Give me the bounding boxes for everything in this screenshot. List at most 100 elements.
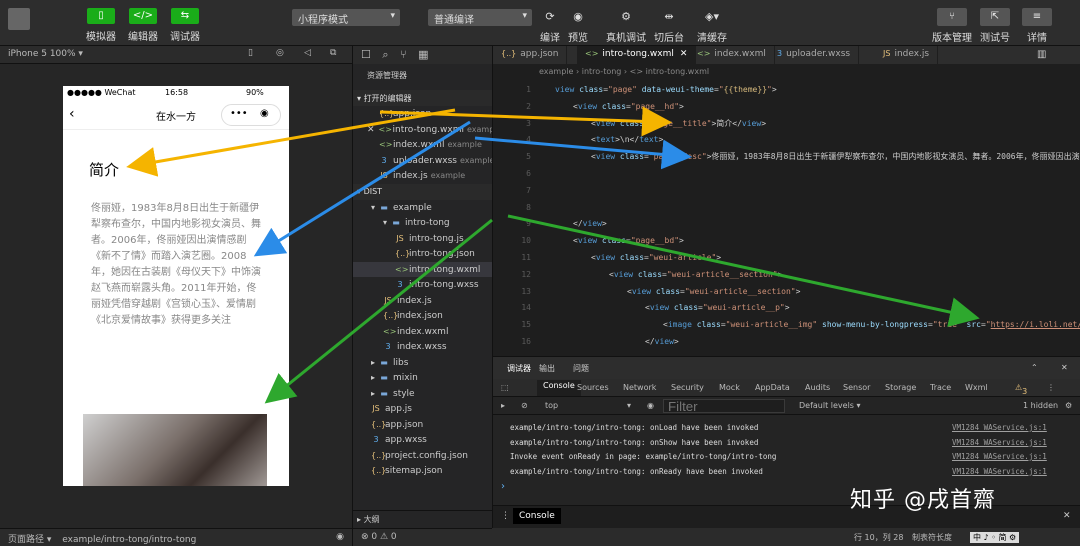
panel-tab-security[interactable]: Security	[671, 383, 704, 392]
drawer-close-icon[interactable]: ✕	[1063, 511, 1071, 521]
preview-button[interactable]: ◉ 预览	[568, 10, 588, 44]
test-account-button[interactable]: ⇱ 测试号	[980, 8, 1010, 44]
panel-tab-console[interactable]: Console	[537, 380, 581, 396]
device-select[interactable]: iPhone 5 100% ▾	[8, 49, 83, 59]
file-item[interactable]: {..}project.config.json	[353, 448, 492, 464]
record-icon[interactable]: ◎	[276, 48, 284, 58]
panel-tab-appdata[interactable]: AppData	[755, 383, 790, 392]
compile-button[interactable]: ⟳ 编译	[540, 10, 560, 44]
cursor-position[interactable]: 行 10，列 28	[854, 532, 903, 543]
sim-phone-icon[interactable]: ▯	[248, 48, 253, 58]
panel-tab-sensor[interactable]: Sensor	[843, 383, 870, 392]
live-eye-icon[interactable]: ◉	[647, 401, 654, 410]
open-editor-item[interactable]: ✕<>intro-tong.wxmlexample...	[353, 122, 492, 138]
panel-tab-sources[interactable]: Sources	[577, 383, 609, 392]
folder-item[interactable]: ▸ ▬ style	[353, 386, 492, 402]
editor-button[interactable]: </> 编辑器	[128, 8, 158, 43]
editor-tab[interactable]: {..} app.json	[493, 46, 568, 64]
open-editor-item[interactable]: {..}app.json	[353, 106, 492, 122]
outline-header[interactable]: ▸ 大纲	[353, 510, 493, 528]
file-item[interactable]: JS index.js	[353, 293, 492, 309]
log-source-link[interactable]: VM1284 WAService.js:1	[952, 465, 1047, 480]
folder-item[interactable]: ▸ ▬ mixin	[353, 370, 492, 386]
panel-tab-storage[interactable]: Storage	[885, 383, 916, 392]
clear-cache-button[interactable]: ◈▾ 清缓存	[697, 10, 727, 44]
search-icon[interactable]: ⌕	[382, 48, 388, 61]
version-button[interactable]: ⑂ 版本管理	[932, 8, 972, 44]
code-lines[interactable]: 1 view class="page" data-weui-theme="{{th…	[493, 82, 1080, 351]
open-editor-item[interactable]: 3 uploader.wxssexample...	[353, 153, 492, 169]
open-editor-item[interactable]: JS index.js example	[353, 168, 492, 184]
open-editor-item[interactable]: <>index.wxml example	[353, 137, 492, 153]
drawer-menu-icon[interactable]: ⋮	[501, 511, 510, 521]
clear-console-icon[interactable]: ⊘	[521, 401, 528, 410]
devtools-top-tab[interactable]: 调试器	[507, 363, 531, 374]
back-icon[interactable]: ◁	[304, 48, 311, 58]
drawer-console-tab[interactable]: Console	[513, 508, 561, 524]
file-item[interactable]: {..}index.json	[353, 308, 492, 324]
capsule-button[interactable]: ••• ◉	[221, 104, 281, 126]
git-icon[interactable]: ⑂	[400, 48, 407, 61]
devtools-top-tab[interactable]: 输出	[539, 363, 555, 374]
file-item[interactable]: JS intro-tong.js	[353, 231, 492, 247]
editor-tab[interactable]: <> intro-tong.wxml ✕	[577, 46, 697, 64]
inspect-icon[interactable]: ⬚	[501, 383, 509, 392]
editor-tab[interactable]: JS index.js	[875, 46, 939, 64]
page-path-select[interactable]: 页面路径 ▾	[8, 535, 51, 545]
file-item[interactable]: <>intro-tong.wxml	[353, 261, 492, 277]
tab-close-icon[interactable]: ✕	[680, 49, 688, 59]
mode-select[interactable]: 小程序模式	[292, 9, 400, 26]
panel-tab-trace[interactable]: Trace	[930, 383, 951, 392]
file-item[interactable]: 3 index.wxss	[353, 339, 492, 355]
split-editor-icon[interactable]: ▥	[1037, 49, 1046, 60]
devtools-top-tab[interactable]: 问题	[573, 363, 589, 374]
nav-back-icon[interactable]: ‹	[69, 106, 75, 122]
simulator-button[interactable]: ▯ 模拟器	[86, 8, 116, 43]
folder-item[interactable]: ▾ ▬ example	[353, 200, 492, 216]
tab-size[interactable]: 制表符长度	[912, 532, 952, 543]
context-select[interactable]: top	[545, 401, 558, 410]
panel-tab-mock[interactable]: Mock	[719, 383, 740, 392]
close-icon[interactable]: ✕	[367, 125, 375, 135]
warning-count[interactable]: ⚠ 3	[1015, 383, 1027, 396]
console-prompt[interactable]: ›	[501, 481, 505, 492]
compile-select[interactable]: 普通编译	[428, 9, 532, 26]
devtools-minimize-icon[interactable]: ⌃	[1031, 363, 1038, 372]
devtools-more-icon[interactable]: ⋮	[1047, 383, 1055, 392]
panel-tab-network[interactable]: Network	[623, 383, 656, 392]
devtools-close-icon[interactable]: ✕	[1061, 363, 1068, 372]
context-dropdown-icon[interactable]: ▾	[627, 401, 631, 410]
console-settings-icon[interactable]: ⚙	[1065, 401, 1072, 410]
file-item[interactable]: 3 intro-tong.wxss	[353, 277, 492, 293]
editor-tab[interactable]: <> index.wxml	[689, 46, 775, 64]
file-item[interactable]: 3 app.wxss	[353, 432, 492, 448]
file-item[interactable]: <>index.wxml	[353, 324, 492, 340]
log-source-link[interactable]: VM1284 WAService.js:1	[952, 436, 1047, 451]
real-debug-button[interactable]: ⚙ 真机调试	[606, 10, 646, 44]
files-icon[interactable]: ☐	[361, 48, 371, 61]
file-item[interactable]: JS app.js	[353, 401, 492, 417]
background-button[interactable]: ⇹ 切后台	[654, 10, 684, 44]
window-icon[interactable]: ⧉	[330, 48, 336, 58]
problems-status[interactable]: ⊗ 0 ⚠ 0	[353, 528, 493, 546]
folder-item[interactable]: ▾ ▬ intro-tong	[353, 215, 492, 231]
file-item[interactable]: {..}app.json	[353, 417, 492, 433]
preview-eye-icon[interactable]: ◉	[336, 532, 344, 542]
open-editors-header[interactable]: ▾ 打开的编辑器	[353, 90, 492, 106]
close-capsule-icon[interactable]: ◉	[260, 108, 269, 119]
details-button[interactable]: ≡ 详情	[1022, 8, 1052, 44]
log-source-link[interactable]: VM1284 WAService.js:1	[952, 421, 1047, 436]
debugger-button[interactable]: ⇆ 调试器	[170, 8, 200, 43]
panel-tab-audits[interactable]: Audits	[805, 383, 830, 392]
editor-tab[interactable]: 3 uploader.wxss	[769, 46, 860, 64]
avatar[interactable]	[8, 8, 30, 30]
file-item[interactable]: {..}intro-tong.json	[353, 246, 492, 262]
dist-header[interactable]: ▾ DIST	[353, 183, 492, 200]
more-icon[interactable]: •••	[230, 108, 248, 119]
extensions-icon[interactable]: ▦	[418, 48, 428, 61]
panel-tab-wxml[interactable]: Wxml	[965, 383, 988, 392]
file-item[interactable]: {..}sitemap.json	[353, 463, 492, 479]
log-levels-select[interactable]: Default levels ▾	[799, 401, 861, 410]
folder-item[interactable]: ▸ ▬ libs	[353, 355, 492, 371]
console-filter-input[interactable]	[663, 399, 785, 413]
